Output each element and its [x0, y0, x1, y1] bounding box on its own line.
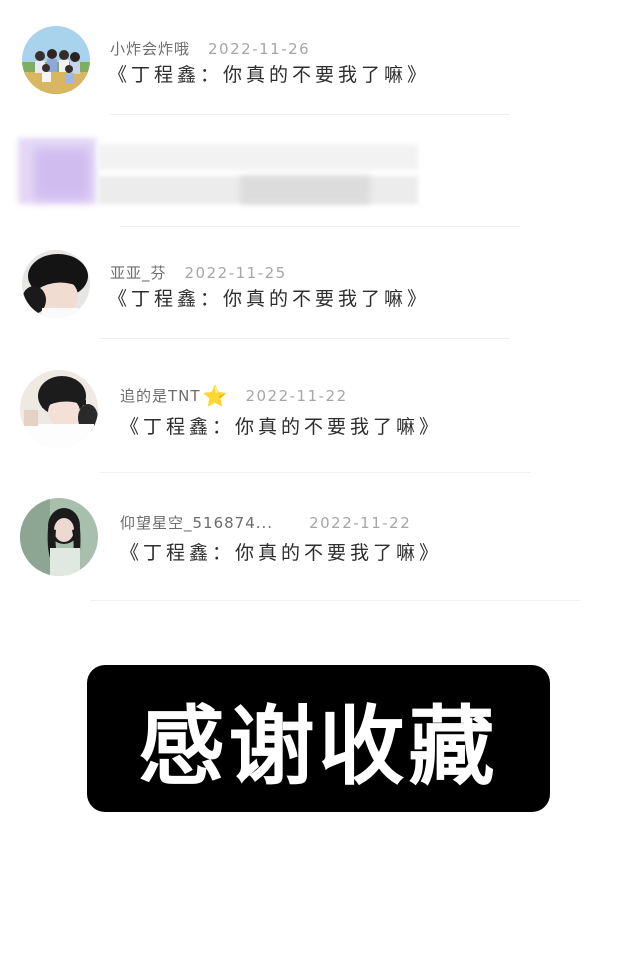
- divider: [90, 600, 580, 601]
- thanks-banner: 感谢收藏: [87, 665, 550, 812]
- comment-meta: 亚亚_芬 2022-11-25: [110, 262, 287, 283]
- boy-leaning-avatar[interactable]: [20, 370, 98, 448]
- comment-text: 《丁程鑫：你真的不要我了嘛》: [120, 542, 443, 564]
- comment-text: 《丁程鑫：你真的不要我了嘛》: [108, 288, 431, 310]
- divider: [110, 114, 510, 115]
- comment-text: 《丁程鑫：你真的不要我了嘛》: [108, 64, 431, 86]
- star-icon: ⭐: [202, 384, 228, 408]
- comment-item: 小炸会炸哦 2022-11-26 《丁程鑫：你真的不要我了嘛》: [0, 0, 640, 120]
- comment-item: 亚亚_芬 2022-11-25 《丁程鑫：你真的不要我了嘛》: [0, 228, 640, 348]
- dark-hair-boy-avatar[interactable]: [22, 250, 90, 318]
- comment-date: 2022-11-22: [245, 387, 348, 405]
- divider: [120, 226, 520, 227]
- blurred-avatar-accent: [34, 148, 90, 200]
- divider: [100, 472, 530, 473]
- comment-meta: 追的是TNT ⭐ 2022-11-22: [120, 384, 348, 408]
- blurred-comment: [0, 128, 640, 210]
- group-photo-avatar[interactable]: [22, 26, 90, 94]
- comment-text: 《丁程鑫：你真的不要我了嘛》: [120, 416, 443, 438]
- username[interactable]: 小炸会炸哦: [110, 40, 190, 58]
- username[interactable]: 追的是TNT: [120, 387, 201, 405]
- divider: [100, 338, 510, 339]
- username[interactable]: 仰望星空_516874...: [120, 514, 273, 532]
- comment-date: 2022-11-22: [309, 514, 412, 532]
- comment-meta: 仰望星空_516874... 2022-11-22: [120, 512, 411, 533]
- long-hair-girl-avatar[interactable]: [20, 498, 98, 576]
- comment-date: 2022-11-25: [184, 264, 287, 282]
- comment-date: 2022-11-26: [208, 40, 311, 58]
- comment-item: 追的是TNT ⭐ 2022-11-22 《丁程鑫：你真的不要我了嘛》: [0, 356, 640, 476]
- banner-text: 感谢收藏: [138, 697, 499, 797]
- blurred-text: [98, 144, 418, 170]
- comment-meta: 小炸会炸哦 2022-11-26: [110, 38, 310, 59]
- blurred-text-dark: [240, 176, 370, 204]
- comment-item: 仰望星空_516874... 2022-11-22 《丁程鑫：你真的不要我了嘛》: [0, 484, 640, 604]
- username[interactable]: 亚亚_芬: [110, 264, 167, 282]
